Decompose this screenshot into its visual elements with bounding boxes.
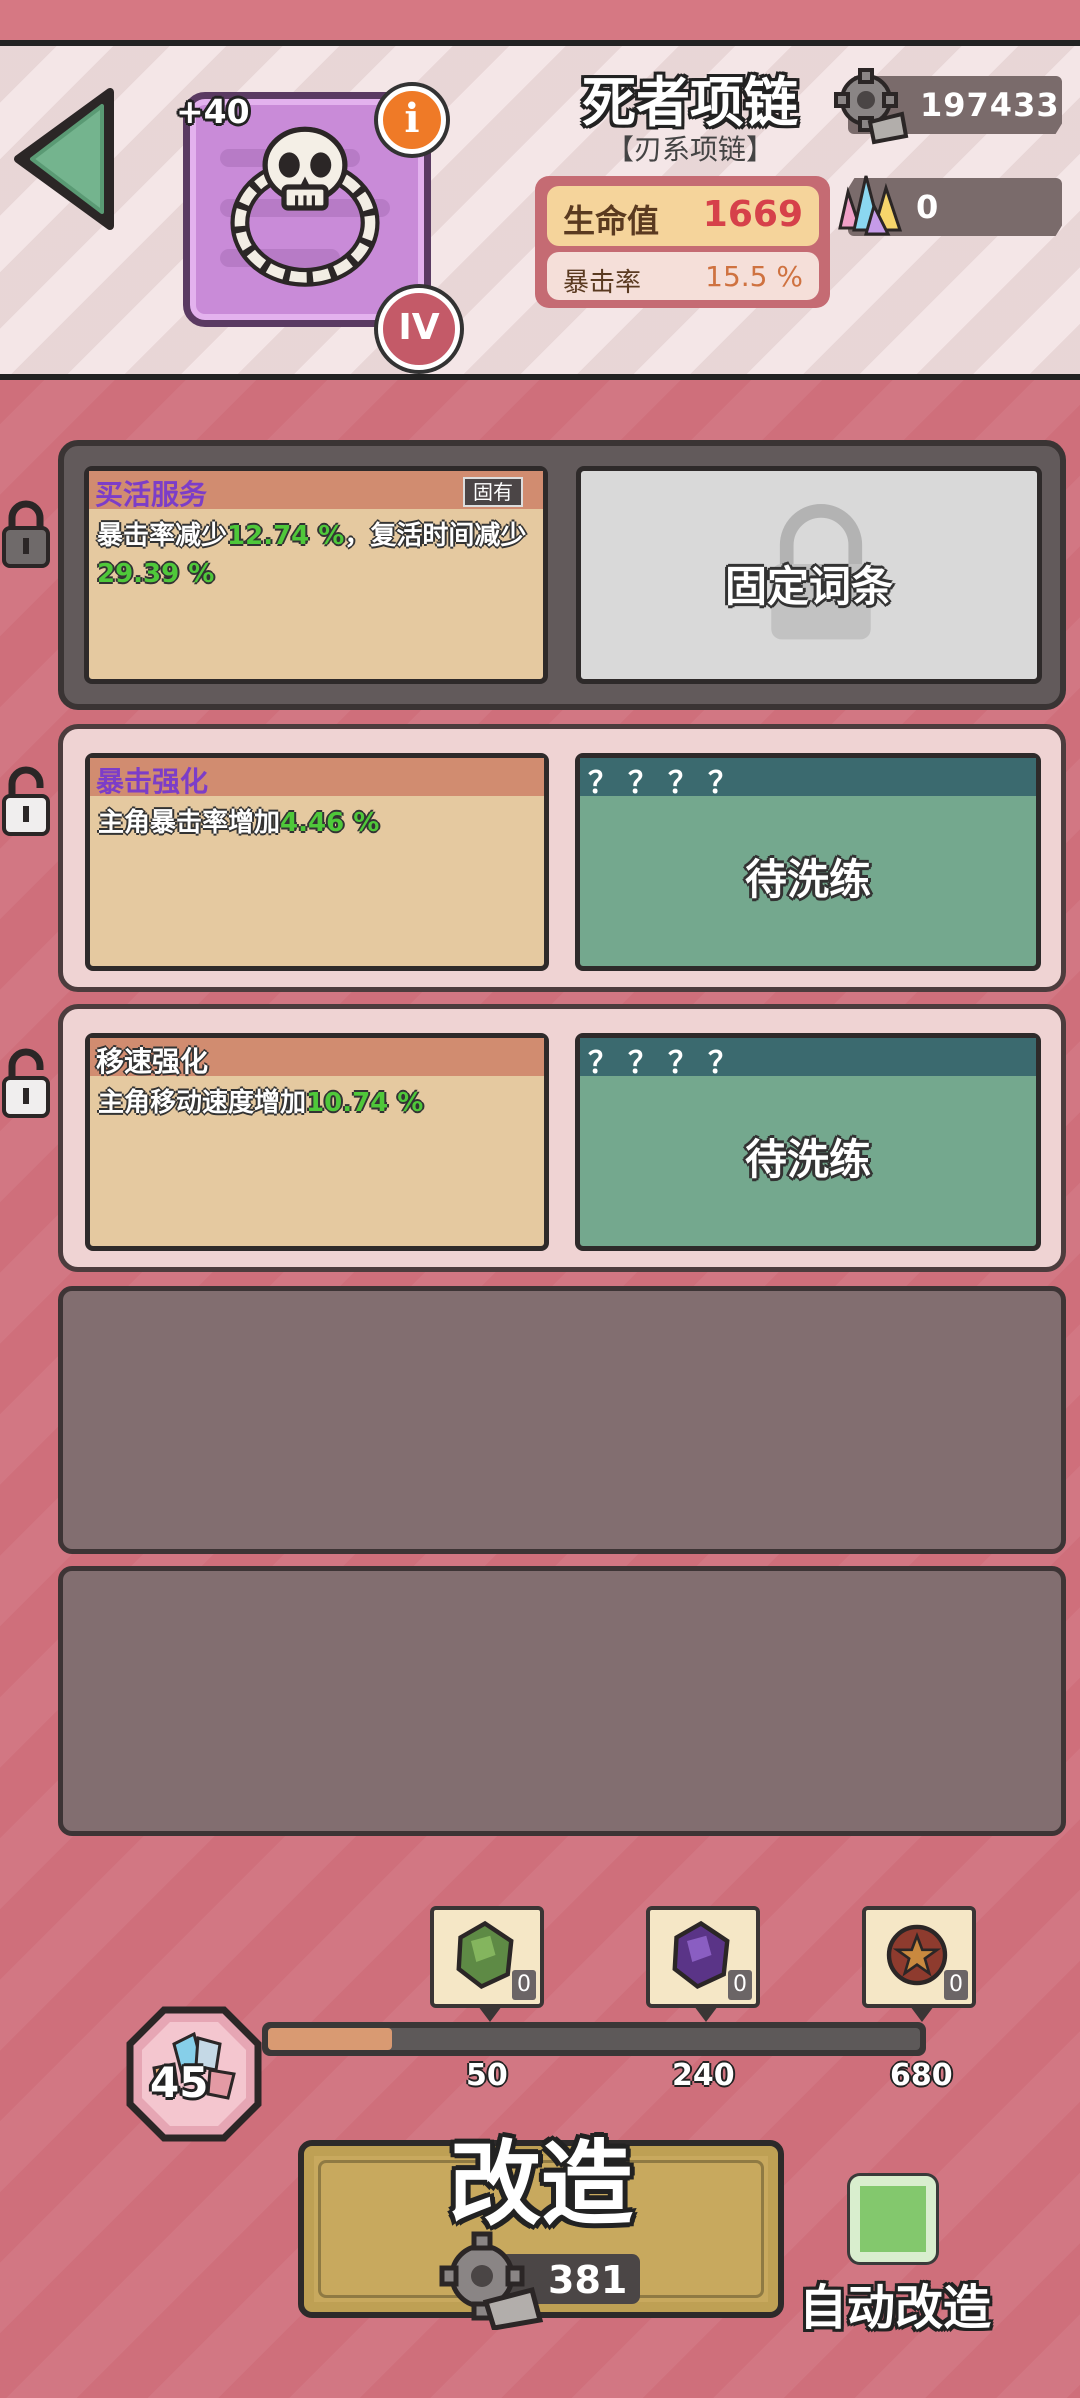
- affix-row-2: 暴击强化 主角暴击率增加4.46 % ？？？？ 待洗练: [58, 724, 1066, 992]
- auto-reforge-label[interactable]: 自动改造: [790, 2268, 1000, 2338]
- status-bar: [0, 0, 1080, 40]
- progress-fill: [268, 2028, 392, 2050]
- info-icon[interactable]: i: [378, 86, 446, 154]
- crit-label: 暴击率: [563, 268, 642, 298]
- crystal-icon: [838, 175, 903, 236]
- affix-description: 主角暴击率增加4.46 %: [98, 804, 532, 842]
- hp-value: 1669: [702, 194, 803, 235]
- pending-affix-slot[interactable]: ？？？？ 待洗练: [575, 1033, 1041, 1251]
- desc-text: 暴击率减少: [97, 521, 228, 551]
- desc-text: 主角暴击率增加: [98, 808, 281, 838]
- hp-label: 生命值: [563, 202, 660, 240]
- reward-count: 0: [944, 1970, 968, 2000]
- material-count: 45: [150, 2058, 209, 2107]
- hp-stat-row: 生命值 1669: [547, 186, 819, 246]
- tier-badge: IV: [378, 288, 460, 370]
- red-star-coin-icon: [886, 1924, 948, 1986]
- crit-stat-row: 暴击率 15.5 %: [547, 252, 819, 300]
- item-name: 死者项链: [582, 71, 798, 134]
- gear-icon: [439, 2231, 544, 2330]
- affix-title: 移速强化: [96, 1045, 209, 1078]
- gear-count: 197433: [920, 86, 1060, 124]
- reforge-cost: 381: [548, 2258, 628, 2302]
- desc-value: 10.74 %: [306, 1088, 424, 1118]
- fixed-affix-slot: 固定词条: [576, 466, 1042, 684]
- auto-reforge-checkbox[interactable]: [850, 2176, 936, 2262]
- empty-affix-row: [58, 1286, 1066, 1554]
- purple-gem-icon: [672, 1920, 730, 1990]
- reward-pointer: [910, 2006, 934, 2022]
- green-gem-icon: [456, 1920, 514, 1990]
- affix-description: 暴击率减少12.74 %，复活时间减少 29.39 %: [97, 517, 531, 593]
- pending-label: 待洗练: [744, 855, 871, 904]
- reward-pointer: [478, 2006, 502, 2022]
- reward-box-purple-gem[interactable]: 0: [646, 1906, 760, 2022]
- unknown-affix-header: ？？？？: [588, 766, 748, 801]
- item-type: 【刃系项链】: [605, 133, 774, 166]
- pending-label: 待洗练: [744, 1135, 871, 1184]
- gem-count: 0: [916, 188, 940, 226]
- reward-box-red-star[interactable]: 0: [862, 1906, 976, 2022]
- reward-count: 0: [512, 1970, 536, 2000]
- desc-value: 29.39 %: [97, 559, 215, 589]
- affix-row-3: 移速强化 主角移动速度增加10.74 % ？？？？ 待洗练: [58, 1004, 1066, 1272]
- inherent-tag: 固有: [463, 477, 523, 507]
- milestone-label: 680: [890, 2058, 953, 2093]
- lock-icon[interactable]: [0, 494, 52, 574]
- back-arrow-icon[interactable]: [10, 84, 120, 234]
- empty-affix-row: [58, 1566, 1066, 1836]
- pending-affix-slot[interactable]: ？？？？ 待洗练: [575, 753, 1041, 971]
- affix-title: 暴击强化: [96, 765, 209, 798]
- unknown-affix-header: ？？？？: [588, 1046, 748, 1081]
- unlock-icon[interactable]: [0, 762, 52, 842]
- desc-text: 主角移动速度增加: [98, 1088, 307, 1118]
- reward-pointer: [694, 2006, 718, 2022]
- unlock-icon[interactable]: [0, 1044, 52, 1124]
- affix-title: 买活服务: [95, 478, 208, 511]
- reforge-progress-bar: [262, 2022, 926, 2056]
- reforge-label[interactable]: 改造: [298, 2110, 784, 2243]
- stat-panel: 生命值 1669 暴击率 15.5 %: [535, 176, 830, 308]
- fixed-affix-label: 固定词条: [724, 562, 893, 611]
- milestone-label: 50: [466, 2058, 508, 2093]
- affix-card-2: 暴击强化 主角暴击率增加4.46 %: [85, 753, 549, 971]
- affix-card-1: 买活服务 固有 暴击率减少12.74 %，复活时间减少 29.39 %: [84, 466, 548, 684]
- skull-necklace-icon: [230, 126, 380, 287]
- milestone-label: 240: [672, 2058, 735, 2093]
- affix-card-3: 移速强化 主角移动速度增加10.74 %: [85, 1033, 549, 1251]
- gear-icon: [834, 68, 909, 145]
- reward-box-green-gem[interactable]: 0: [430, 1906, 544, 2022]
- crit-value: 15.5 %: [705, 260, 803, 293]
- desc-text: ，复活时间减少: [344, 521, 527, 551]
- desc-value: 12.74 %: [227, 521, 345, 551]
- desc-value: 4.46 %: [280, 808, 380, 838]
- affix-description: 主角移动速度增加10.74 %: [98, 1084, 532, 1122]
- enhance-level: +40: [176, 92, 250, 131]
- reward-count: 0: [728, 1970, 752, 2000]
- affix-row-1: 买活服务 固有 暴击率减少12.74 %，复活时间减少 29.39 % 固定词条: [58, 440, 1066, 710]
